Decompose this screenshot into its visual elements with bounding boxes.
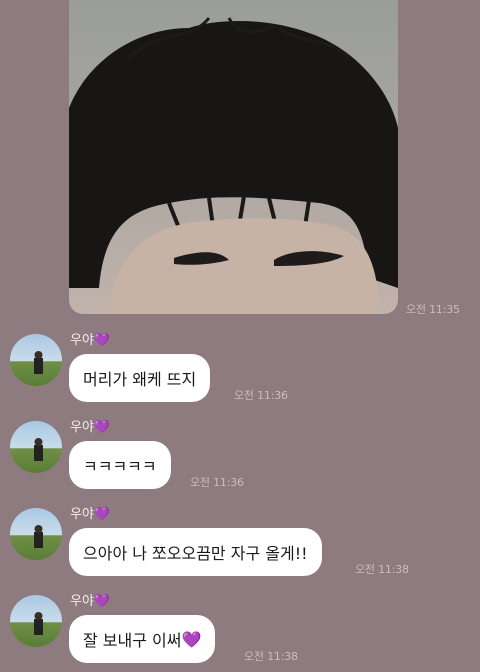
sender-name: 우야💜 (70, 420, 111, 435)
purple-heart-icon: 💜 (93, 507, 111, 522)
avatar-person-icon (34, 525, 43, 548)
avatar-person-icon (34, 612, 43, 635)
sender-name: 우야💜 (70, 333, 111, 348)
message-timestamp: 오전 11:38 (355, 563, 409, 576)
purple-heart-icon: 💜 (93, 594, 111, 609)
avatar[interactable] (10, 334, 62, 386)
message-timestamp: 오전 11:38 (244, 650, 298, 663)
photo-timestamp: 오전 11:35 (406, 303, 460, 316)
message-timestamp: 오전 11:36 (234, 389, 288, 402)
photo-message[interactable] (69, 0, 398, 314)
avatar[interactable] (10, 595, 62, 647)
hair-photo-image (69, 17, 398, 314)
sender-name: 우야💜 (70, 594, 111, 609)
message-bubble[interactable]: 으아아 나 쪼오오끔만 자구 올게!! (69, 528, 322, 576)
message-bubble[interactable]: 잘 보내구 이써 💜 (69, 615, 216, 663)
message-text: 잘 보내구 이써 (83, 631, 182, 650)
message-bubble[interactable]: ㅋㅋㅋㅋㅋ (69, 441, 171, 489)
purple-heart-icon: 💜 (93, 420, 111, 435)
sender-name: 우야💜 (70, 507, 111, 522)
message-timestamp: 오전 11:36 (190, 476, 244, 489)
message-bubble[interactable]: 머리가 왜케 뜨지 (69, 354, 211, 402)
avatar[interactable] (10, 421, 62, 473)
avatar[interactable] (10, 508, 62, 560)
purple-heart-icon: 💜 (93, 333, 111, 348)
avatar-person-icon (34, 351, 43, 374)
avatar-person-icon (34, 438, 43, 461)
purple-heart-emoji-icon: 💜 (181, 629, 202, 649)
